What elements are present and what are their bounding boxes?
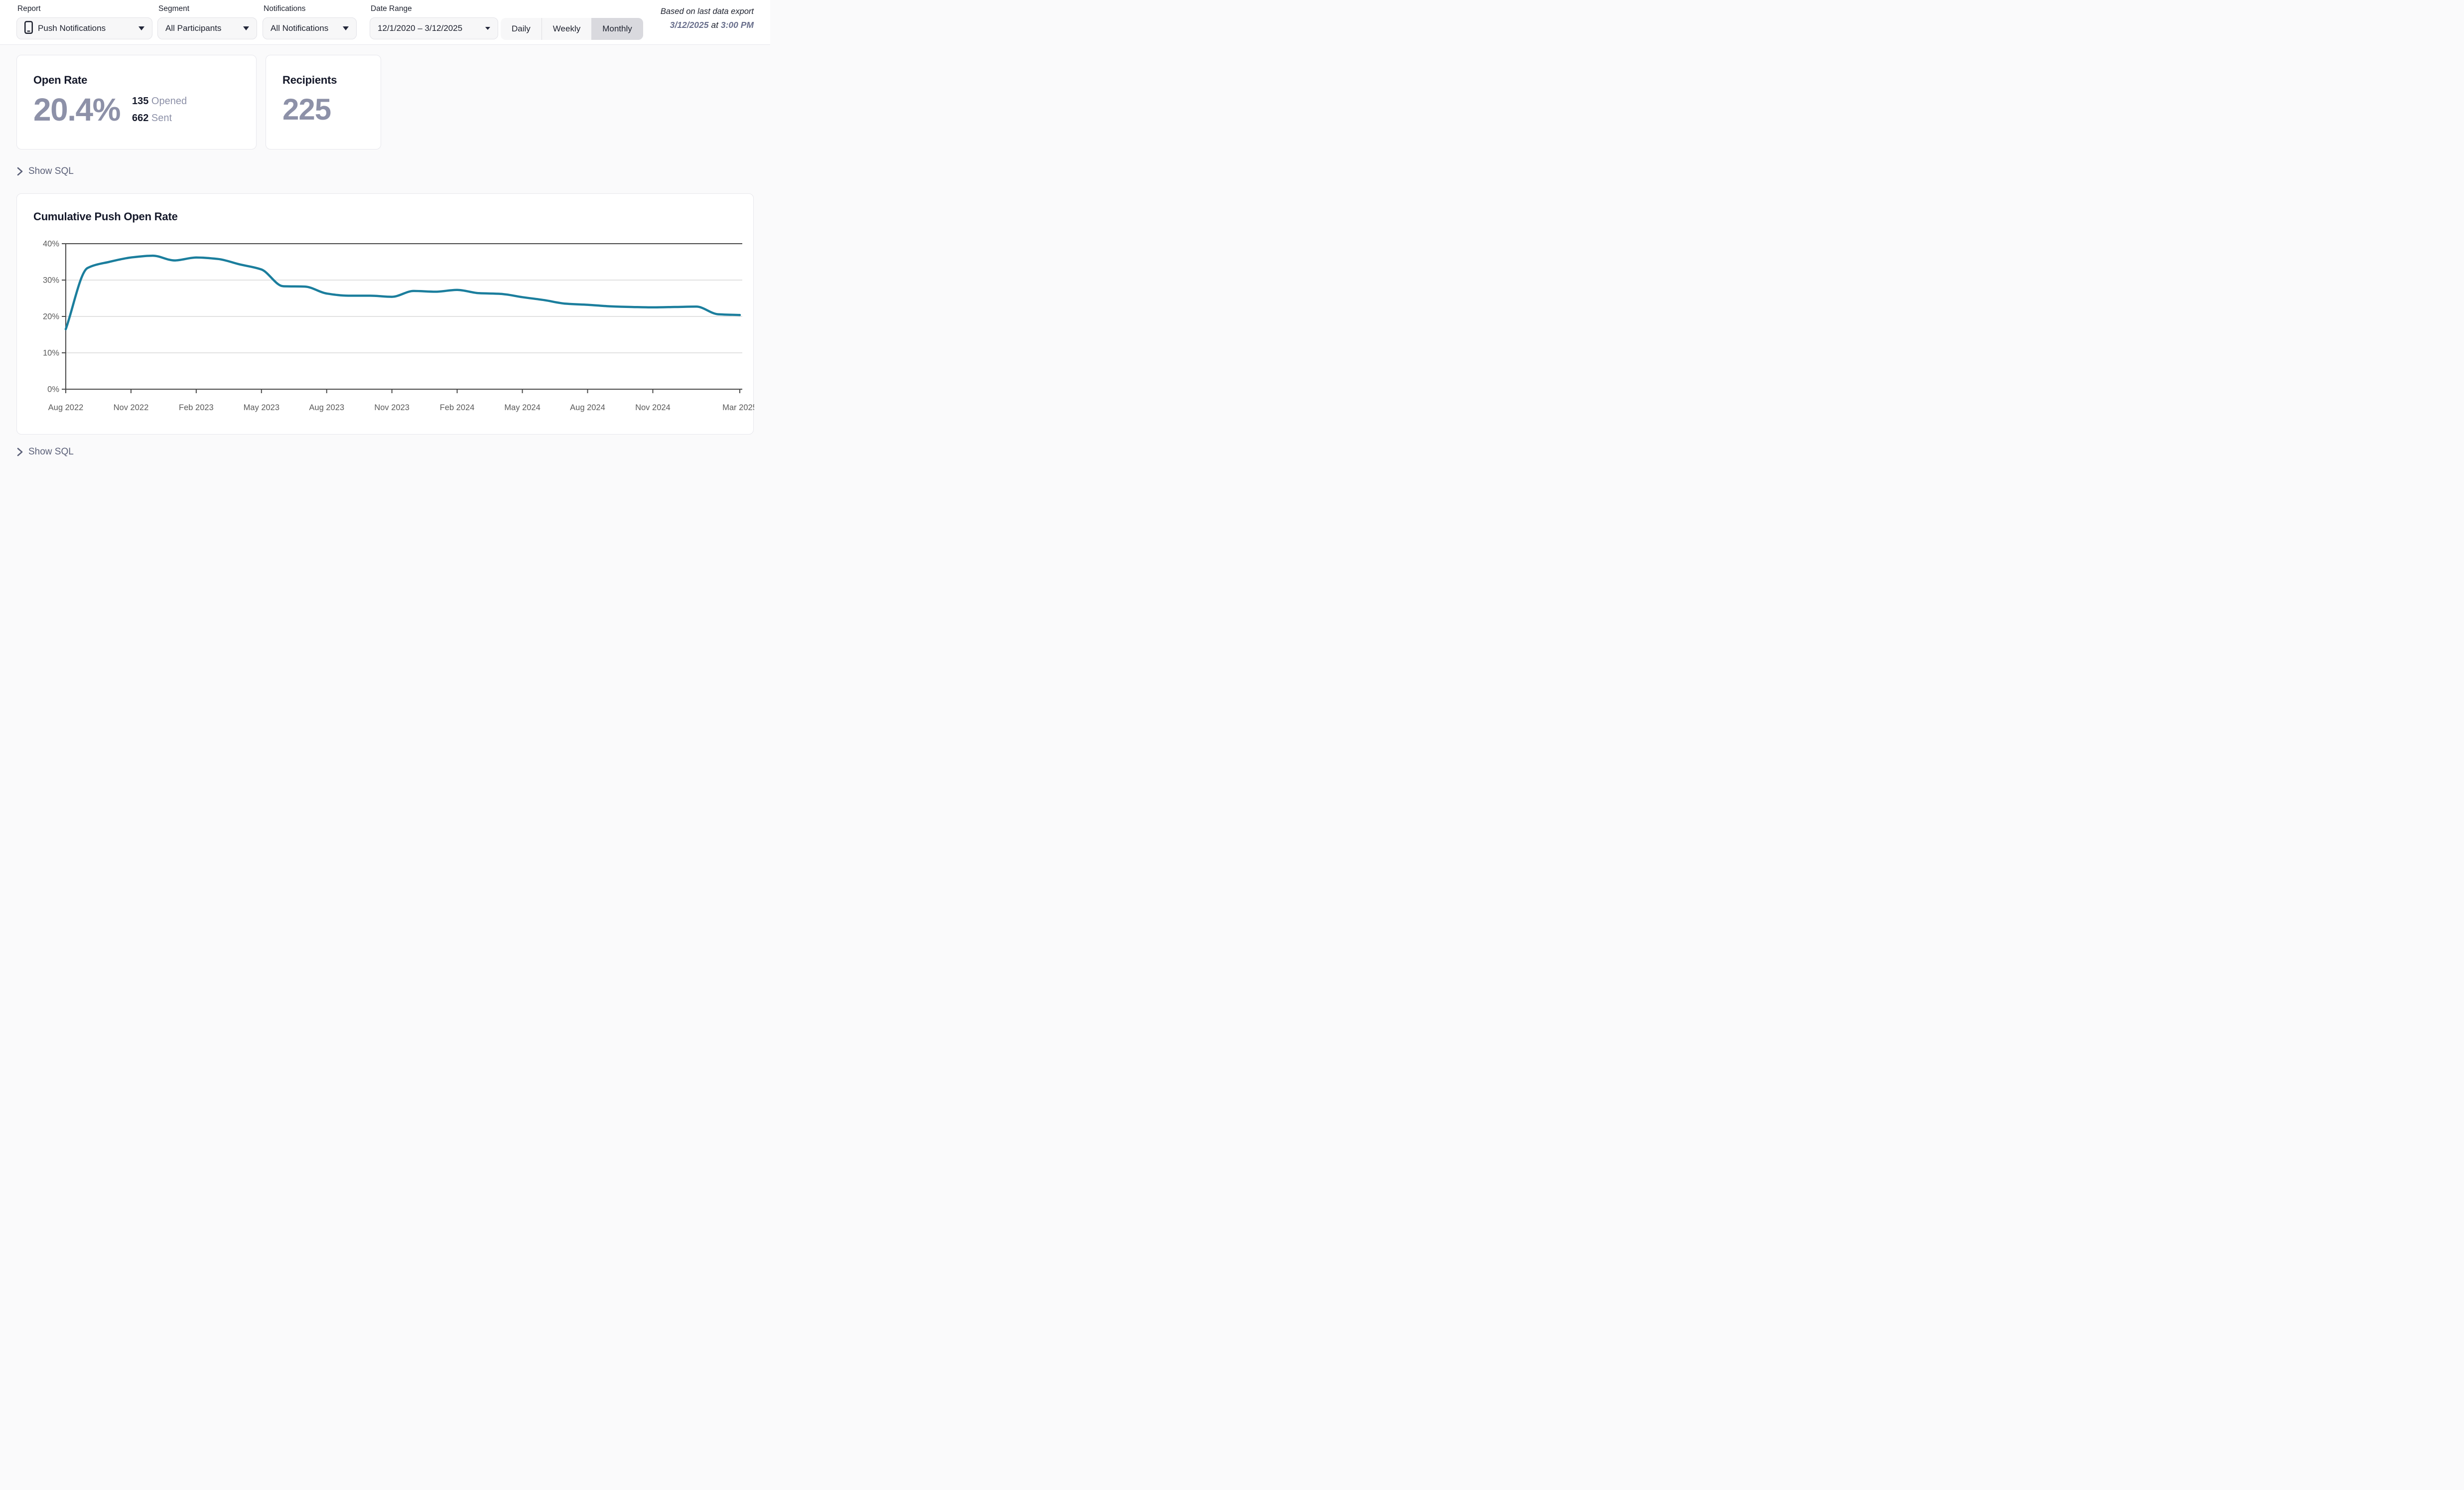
opened-label: Opened	[151, 96, 187, 107]
report-content: Open Rate 20.4% 135 Opened 662 Sent Reci…	[0, 45, 770, 466]
svg-text:May 2023: May 2023	[244, 403, 279, 412]
chevron-down-icon	[343, 26, 349, 30]
show-sql-toggle-top[interactable]: Show SQL	[16, 166, 74, 177]
segment-dropdown[interactable]: All Participants	[157, 17, 257, 39]
svg-text:10%: 10%	[43, 349, 59, 358]
show-sql-label: Show SQL	[28, 166, 74, 177]
show-sql-label: Show SQL	[28, 447, 74, 457]
cumulative-open-rate-chart-card: Cumulative Push Open Rate 0%10%20%30%40%…	[16, 193, 754, 435]
segment-value: All Participants	[165, 23, 221, 33]
open-rate-breakdown: 135 Opened 662 Sent	[132, 94, 187, 126]
date-range-filter-group: Date Range 12/1/2020 – 3/12/2025	[370, 0, 501, 39]
show-sql-toggle-bottom[interactable]: Show SQL	[16, 447, 74, 457]
svg-text:20%: 20%	[43, 312, 59, 321]
svg-text:Nov 2022: Nov 2022	[114, 403, 149, 412]
svg-text:Feb 2024: Feb 2024	[440, 403, 475, 412]
report-value: Push Notifications	[38, 23, 106, 33]
recipients-value: 225	[282, 95, 364, 125]
report-label: Report	[17, 4, 157, 13]
svg-text:Mar 2025: Mar 2025	[722, 403, 754, 412]
notifications-dropdown[interactable]: All Notifications	[263, 17, 357, 39]
sent-label: Sent	[151, 113, 172, 124]
export-note-datetime: 3/12/2025 at 3:00 PM	[661, 18, 754, 32]
mobile-phone-icon	[24, 21, 33, 36]
date-range-value: 12/1/2020 – 3/12/2025	[378, 23, 462, 33]
date-range-dropdown[interactable]: 12/1/2020 – 3/12/2025	[370, 17, 498, 39]
notifications-value: All Notifications	[271, 23, 328, 33]
chevron-right-icon	[16, 166, 23, 176]
svg-text:Feb 2023: Feb 2023	[179, 403, 214, 412]
svg-text:Aug 2022: Aug 2022	[48, 403, 84, 412]
chevron-down-icon	[138, 26, 144, 30]
export-time: 3:00 PM	[721, 20, 754, 30]
chevron-down-icon	[485, 27, 490, 30]
svg-text:40%: 40%	[43, 240, 59, 249]
svg-text:Aug 2023: Aug 2023	[309, 403, 344, 412]
svg-text:0%: 0%	[47, 385, 59, 394]
open-rate-card: Open Rate 20.4% 135 Opened 662 Sent	[16, 55, 257, 149]
sent-count: 662	[132, 113, 148, 124]
export-note-prefix: Based on last data export	[661, 5, 754, 18]
open-rate-line-chart[interactable]: 0% 10% 20% 30% 40% Aug 2022 Nov 2022 Feb 2023 Ma…	[17, 194, 754, 435]
segment-label: Segment	[158, 4, 263, 13]
report-filter-group: Report Push Notifications	[16, 0, 157, 39]
export-date: 3/12/2025	[670, 20, 709, 30]
granularity-daily-button[interactable]: Daily	[501, 18, 542, 40]
report-dropdown[interactable]: Push Notifications	[16, 17, 152, 39]
granularity-weekly-button[interactable]: Weekly	[542, 18, 591, 40]
filter-toolbar: Report Push Notifications Segment All P	[0, 0, 770, 45]
svg-text:Nov 2024: Nov 2024	[635, 403, 671, 412]
granularity-toggle: Daily Weekly Monthly	[501, 18, 643, 40]
notifications-label: Notifications	[264, 4, 370, 13]
date-range-label: Date Range	[371, 4, 501, 13]
svg-text:May 2024: May 2024	[504, 403, 540, 412]
open-rate-title: Open Rate	[33, 74, 240, 87]
export-connector: at	[711, 20, 718, 30]
opened-count: 135	[132, 96, 148, 107]
chevron-right-icon	[16, 447, 23, 457]
export-note: Based on last data export 3/12/2025 at 3…	[661, 5, 754, 32]
svg-text:Aug 2024: Aug 2024	[570, 403, 605, 412]
svg-text:Nov 2023: Nov 2023	[374, 403, 410, 412]
segment-filter-group: Segment All Participants	[157, 0, 263, 39]
notifications-filter-group: Notifications All Notifications	[263, 0, 370, 39]
granularity-monthly-button[interactable]: Monthly	[591, 18, 643, 40]
open-rate-value: 20.4%	[33, 94, 120, 126]
recipients-title: Recipients	[282, 74, 364, 87]
push-notifications-report-page: Report Push Notifications Segment All P	[0, 0, 770, 466]
svg-text:30%: 30%	[43, 276, 59, 285]
chevron-down-icon	[243, 26, 249, 30]
recipients-card: Recipients 225	[266, 55, 381, 149]
